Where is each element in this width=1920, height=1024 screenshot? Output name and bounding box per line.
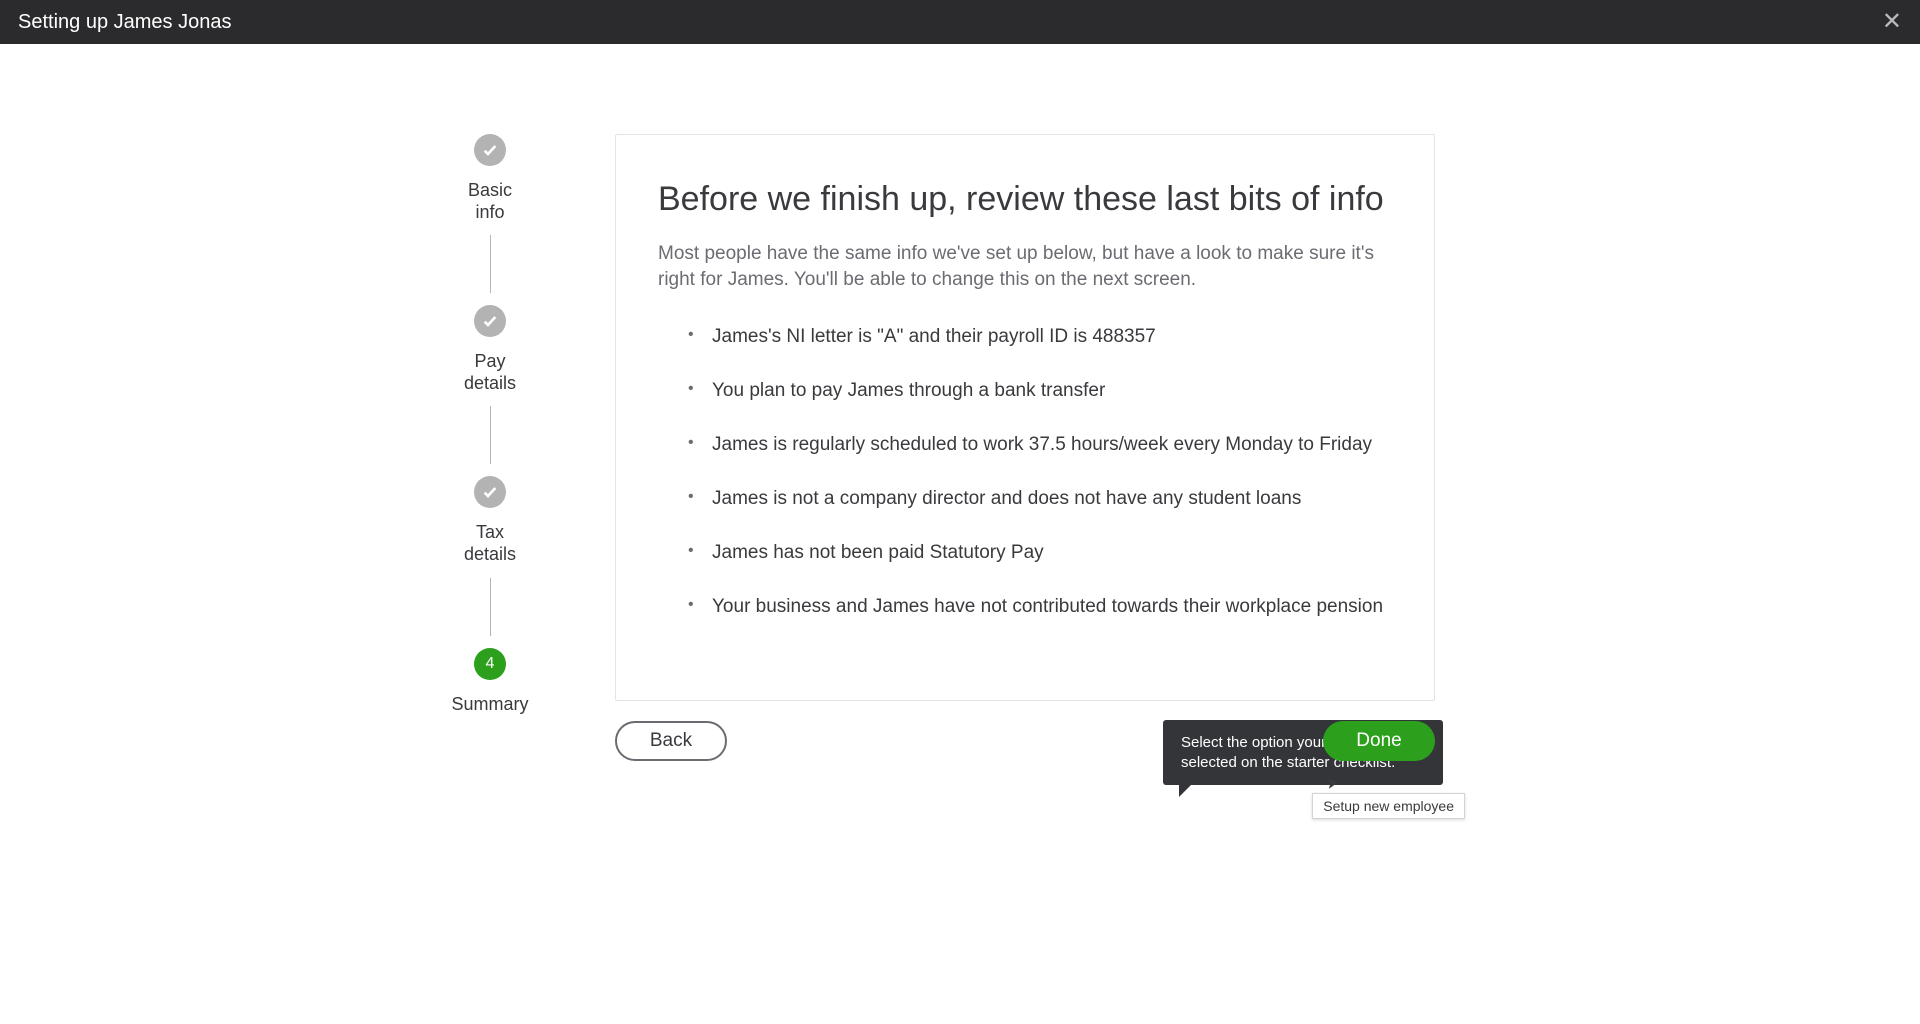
list-item: James has not been paid Statutory Pay [688,542,1392,564]
summary-card: Before we finish up, review these last b… [615,134,1435,701]
check-icon [482,484,498,500]
summary-list: James's NI letter is "A" and their payro… [658,326,1392,618]
step-tax-details[interactable]: Tax details [464,476,516,565]
step-circle-active: 4 [474,648,506,680]
modal-header: Setting up James Jonas ✕ [0,0,1920,44]
cursor-icon: ➤ [1324,772,1341,794]
step-connector [490,578,491,636]
step-circle-done [474,134,506,166]
step-label: Pay details [464,351,516,394]
list-item: James's NI letter is "A" and their payro… [688,326,1392,348]
step-label: Tax details [464,522,516,565]
card-heading: Before we finish up, review these last b… [658,180,1392,219]
list-item: James is regularly scheduled to work 37.… [688,434,1392,456]
step-label: Summary [451,694,528,716]
check-icon [482,142,498,158]
step-label: Basic info [468,180,512,223]
list-item: James is not a company director and does… [688,488,1392,510]
card-description: Most people have the same info we've set… [658,241,1392,292]
stepper: Basic info Pay details Tax details 4 Sum… [415,134,565,761]
button-row: Back Done ➤ Setup new employee [615,721,1435,761]
step-circle-done [474,476,506,508]
step-pay-details[interactable]: Pay details [464,305,516,394]
check-icon [482,313,498,329]
close-icon[interactable]: ✕ [1882,10,1902,34]
step-connector [490,235,491,293]
step-circle-done [474,305,506,337]
step-basic-info[interactable]: Basic info [468,134,512,223]
list-item: Your business and James have not contrib… [688,596,1392,618]
back-button[interactable]: Back [615,721,727,761]
main-container: Basic info Pay details Tax details 4 Sum… [360,44,1560,761]
modal-title: Setting up James Jonas [18,11,231,34]
main-column: Before we finish up, review these last b… [615,134,1435,761]
step-connector [490,406,491,464]
step-summary[interactable]: 4 Summary [451,648,528,716]
hover-tooltip: Setup new employee [1312,793,1465,819]
list-item: You plan to pay James through a bank tra… [688,380,1392,402]
done-button[interactable]: Done [1323,721,1435,761]
